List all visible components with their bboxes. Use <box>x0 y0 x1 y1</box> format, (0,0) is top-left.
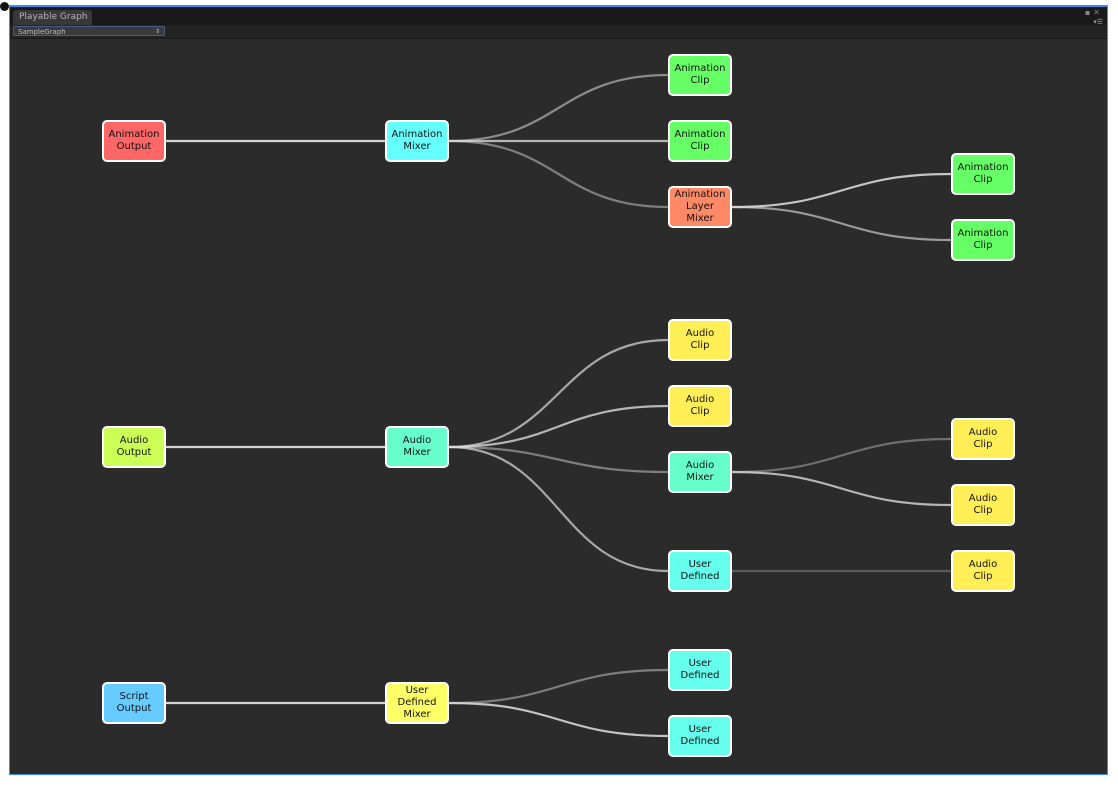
edge-udm-ud2 <box>448 668 669 705</box>
edge-aum-auc2 <box>448 404 669 449</box>
node-label: Animation Clip <box>957 162 1009 185</box>
node-am[interactable]: Animation Mixer <box>385 120 449 162</box>
edge-aum-auc1 <box>448 338 669 449</box>
node-label: Animation Output <box>108 129 160 152</box>
node-label: User Defined <box>680 658 720 681</box>
node-label: Animation Clip <box>957 228 1009 251</box>
node-label: Audio Mixer <box>402 435 432 458</box>
node-label: Script Output <box>116 691 152 714</box>
node-ac1[interactable]: Animation Clip <box>668 54 732 96</box>
edge-alm-ac3 <box>731 172 952 209</box>
node-label: User Defined Mixer <box>397 685 437 720</box>
node-udm[interactable]: User Defined Mixer <box>385 682 449 724</box>
node-label: Audio Clip <box>968 493 998 516</box>
node-label: Audio Clip <box>685 328 715 351</box>
edge-udm-ud3 <box>448 701 669 738</box>
edge-aum-ud1 <box>448 445 669 573</box>
node-label: Animation Clip <box>674 129 726 152</box>
edge-aum2-auc3 <box>731 437 952 474</box>
node-aum[interactable]: Audio Mixer <box>385 426 449 468</box>
node-label: User Defined <box>680 559 720 582</box>
node-auo[interactable]: Audio Output <box>102 426 166 468</box>
node-label: User Defined <box>680 724 720 747</box>
edge-am-alm <box>448 139 669 209</box>
node-ac3[interactable]: Animation Clip <box>951 153 1015 195</box>
node-auc3[interactable]: Audio Clip <box>951 418 1015 460</box>
node-auc5[interactable]: Audio Clip <box>951 550 1015 592</box>
node-label: Audio Clip <box>968 559 998 582</box>
node-so[interactable]: Script Output <box>102 682 166 724</box>
node-alm[interactable]: Animation Layer Mixer <box>668 186 732 228</box>
node-ac2[interactable]: Animation Clip <box>668 120 732 162</box>
node-label: Audio Mixer <box>685 460 715 483</box>
node-label: Audio Clip <box>685 394 715 417</box>
node-label: Audio Clip <box>968 427 998 450</box>
node-label: Animation Layer Mixer <box>674 189 726 224</box>
node-ud2[interactable]: User Defined <box>668 649 732 691</box>
node-ac4[interactable]: Animation Clip <box>951 219 1015 261</box>
node-label: Audio Output <box>116 435 152 458</box>
edge-alm-ac4 <box>731 205 952 242</box>
node-ud1[interactable]: User Defined <box>668 550 732 592</box>
node-ao[interactable]: Animation Output <box>102 120 166 162</box>
edge-am-ac1 <box>448 73 669 143</box>
node-label: Animation Mixer <box>391 129 443 152</box>
node-aum2[interactable]: Audio Mixer <box>668 451 732 493</box>
node-auc1[interactable]: Audio Clip <box>668 319 732 361</box>
edge-aum2-auc4 <box>731 470 952 507</box>
node-label: Animation Clip <box>674 63 726 86</box>
graph-edges <box>165 73 952 738</box>
node-auc2[interactable]: Audio Clip <box>668 385 732 427</box>
node-auc4[interactable]: Audio Clip <box>951 484 1015 526</box>
node-ud3[interactable]: User Defined <box>668 715 732 757</box>
